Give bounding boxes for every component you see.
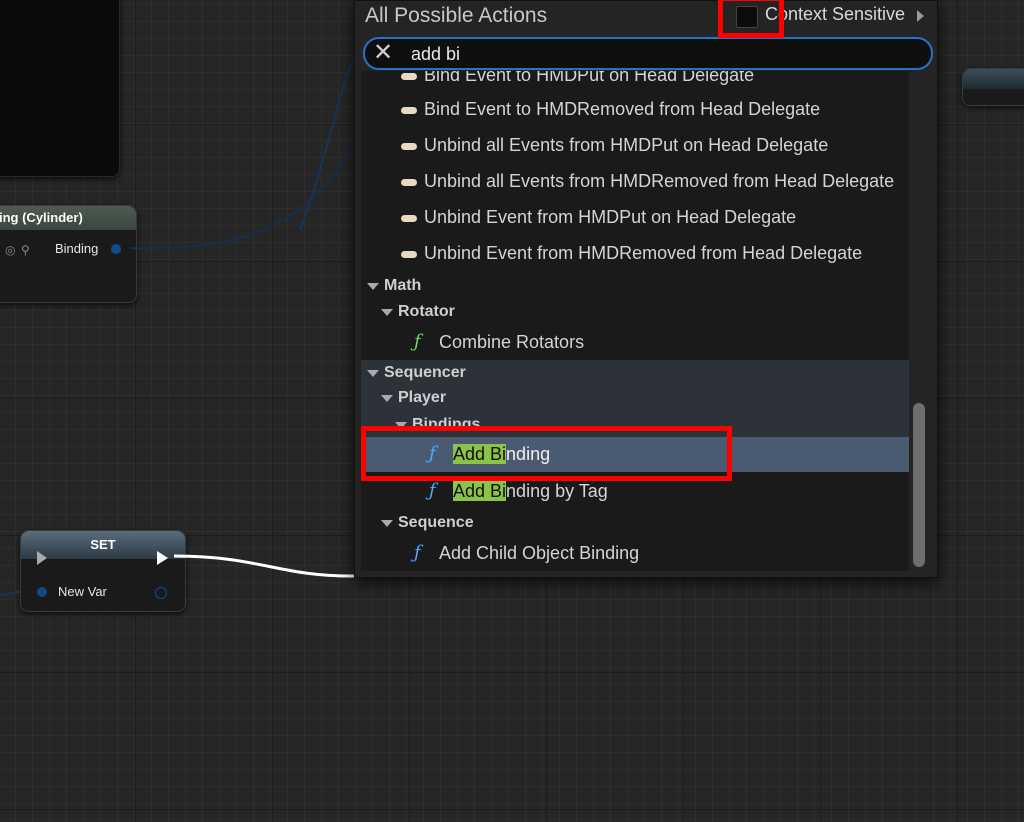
category-player[interactable]: Player [361,386,909,410]
chevron-down-icon [367,283,379,290]
function-icon: ƒ [429,480,436,501]
category-rotator[interactable]: Rotator [361,300,909,324]
chevron-down-icon [367,370,379,377]
function-icon: ƒ [414,331,421,352]
function-icon: ƒ [414,542,421,563]
search-box[interactable]: ✕ [363,37,933,70]
delegate-icon [401,179,417,186]
list-item[interactable]: Unbind all Events from HMDPut on Head De… [361,133,909,157]
close-icon[interactable]: ✕ [373,40,393,66]
action-menu-title: All Possible Actions [365,4,548,27]
action-list[interactable]: Bind Event to HMDPut on Head Delegate Bi… [361,71,909,571]
search-input[interactable] [409,42,913,66]
list-scrollbar[interactable] [913,403,925,567]
delegate-icon [401,107,417,114]
annotation-add-binding [361,426,732,481]
category-sequencer[interactable]: Sequencer [361,361,909,385]
annotation-context-sensitive [718,0,784,38]
list-item-add-child-object-binding[interactable]: ƒ Add Child Object Binding [361,540,909,566]
delegate-icon [401,73,417,80]
list-item-combine-rotators[interactable]: ƒ Combine Rotators [361,329,909,355]
delegate-icon [401,251,417,258]
list-item[interactable]: Bind Event to HMDRemoved from Head Deleg… [361,97,909,121]
category-math[interactable]: Math [361,274,909,298]
context-sensitive-label[interactable]: Context Sensitive [765,4,905,25]
delegate-icon [401,143,417,150]
list-item[interactable]: Unbind Event from HMDPut on Head Delegat… [361,205,909,229]
list-item-add-binding-by-tag[interactable]: ƒ Add Binding by Tag [361,478,909,504]
chevron-down-icon [381,395,393,402]
category-sequence[interactable]: Sequence [361,511,909,535]
list-item[interactable]: Bind Event to HMDPut on Head Delegate [361,71,909,91]
action-menu: All Possible Actions Context Sensitive ✕… [354,0,938,578]
list-item[interactable]: Unbind all Events from HMDRemoved from H… [361,169,909,193]
delegate-icon [401,215,417,222]
list-item[interactable]: Unbind Event from HMDRemoved from Head D… [361,241,909,265]
chevron-down-icon [381,520,393,527]
chevron-down-icon [381,309,393,316]
context-menu-expand-icon[interactable] [917,10,924,22]
